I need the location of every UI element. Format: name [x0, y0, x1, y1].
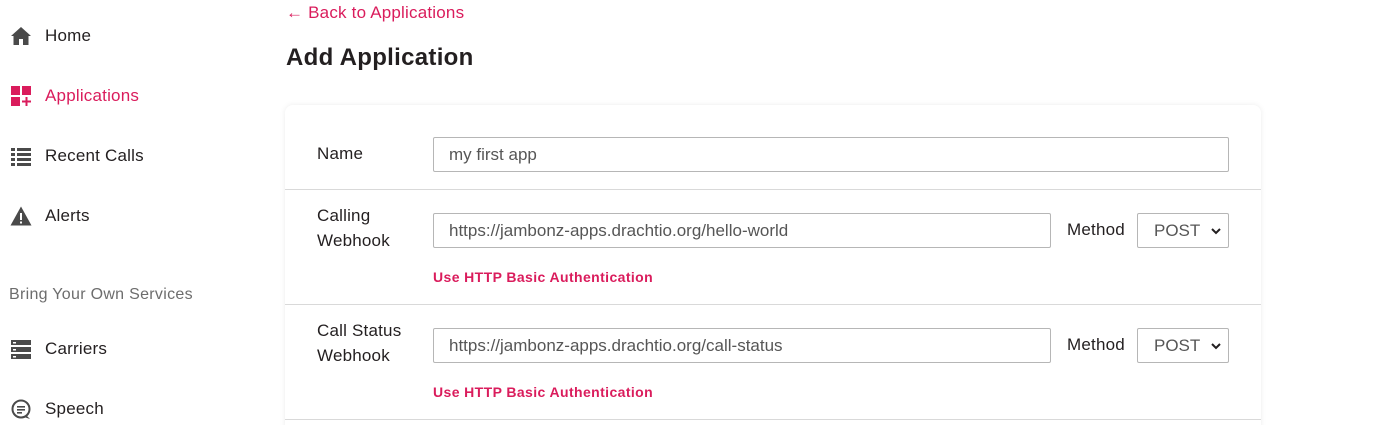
app-root: Home Applications Recent Calls Alerts Br… — [0, 0, 1391, 425]
section-label-byos: Bring Your Own Services — [9, 286, 193, 303]
calling-webhook-method-label: Method — [1067, 220, 1125, 239]
calling-webhook-url-input[interactable] — [433, 213, 1051, 248]
sidebar-item-label: Alerts — [45, 206, 90, 225]
speech-icon — [10, 398, 32, 420]
calling-webhook-label-line1: Calling — [317, 206, 371, 225]
sidebar-item-label: Speech — [45, 399, 104, 418]
alert-icon — [10, 205, 32, 227]
calling-webhook-basic-auth-link[interactable]: Use HTTP Basic Authentication — [433, 269, 653, 285]
application-form: Name Calling Webhook Method POST Use HTT… — [285, 105, 1261, 425]
calling-webhook-method-select[interactable]: POST — [1137, 213, 1229, 248]
name-label: Name — [317, 144, 364, 163]
calling-webhook-label-line2: Webhook — [317, 231, 390, 250]
page-title: Add Application — [286, 44, 474, 71]
sidebar-item-label: Home — [45, 26, 92, 45]
sidebar-item-carriers[interactable]: Carriers — [10, 334, 107, 364]
chevron-down-icon — [1211, 343, 1221, 350]
call-status-webhook-method-select[interactable]: POST — [1137, 328, 1229, 363]
calling-webhook-label: Calling Webhook — [317, 203, 390, 253]
list-icon — [10, 145, 32, 167]
call-status-webhook-url-input[interactable] — [433, 328, 1051, 363]
sidebar-item-speech[interactable]: Speech — [10, 394, 104, 424]
call-status-webhook-row: Call Status Webhook Method POST Use HTTP… — [285, 305, 1261, 420]
sidebar-item-applications[interactable]: Applications — [10, 81, 139, 111]
call-status-webhook-method-value: POST — [1154, 335, 1201, 355]
sidebar-item-label: Carriers — [45, 339, 108, 358]
applications-icon — [10, 85, 32, 107]
sidebar-item-label: Applications — [45, 86, 140, 105]
calling-webhook-row: Calling Webhook Method POST Use HTTP Bas… — [285, 190, 1261, 305]
chevron-down-icon — [1211, 228, 1221, 235]
name-input[interactable] — [433, 137, 1229, 172]
sidebar: Home Applications Recent Calls Alerts Br… — [0, 0, 250, 425]
sidebar-item-label: Recent Calls — [45, 146, 144, 165]
calling-webhook-method-value: POST — [1154, 220, 1201, 240]
call-status-webhook-method-label: Method — [1067, 335, 1125, 354]
call-status-webhook-label: Call Status Webhook — [317, 318, 401, 368]
call-status-webhook-label-line2: Webhook — [317, 346, 390, 365]
home-icon — [10, 25, 32, 47]
carriers-icon — [10, 338, 32, 360]
back-to-applications-link[interactable]: ← Back to Applications — [286, 3, 464, 23]
sidebar-item-alerts[interactable]: Alerts — [10, 201, 90, 231]
call-status-webhook-basic-auth-link[interactable]: Use HTTP Basic Authentication — [433, 384, 653, 400]
sidebar-item-recent-calls[interactable]: Recent Calls — [10, 141, 144, 171]
name-row: Name — [285, 105, 1261, 190]
call-status-webhook-label-line1: Call Status — [317, 321, 402, 340]
sidebar-item-home[interactable]: Home — [10, 21, 91, 51]
